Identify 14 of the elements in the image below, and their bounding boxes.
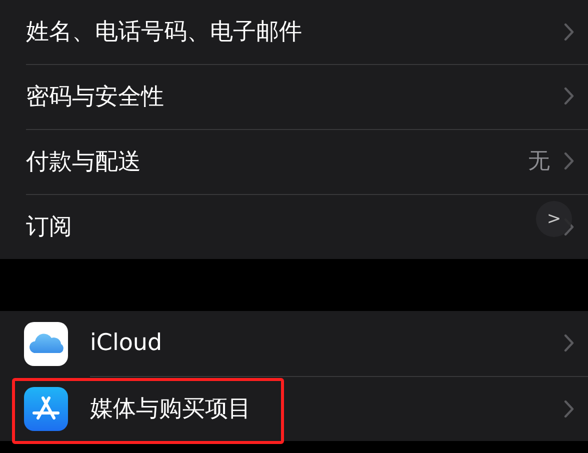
row-label: 订阅 — [26, 213, 72, 242]
row-label: 密码与安全性 — [26, 82, 164, 112]
row-label: 付款与配送 — [26, 148, 141, 176]
app-store-icon — [24, 386, 68, 430]
chevron-icon — [564, 334, 574, 352]
chevron-icon — [564, 87, 574, 105]
chevron-icon — [564, 400, 574, 418]
row-label: 姓名、电话号码、电子邮件 — [26, 18, 302, 47]
row-value: 无 — [528, 148, 550, 176]
chevron-icon — [564, 22, 574, 40]
chevron-icon — [564, 152, 574, 170]
row-label: iCloud — [90, 330, 162, 356]
row-label: 媒体与购买项目 — [90, 395, 251, 424]
cloud-icon — [24, 322, 68, 366]
